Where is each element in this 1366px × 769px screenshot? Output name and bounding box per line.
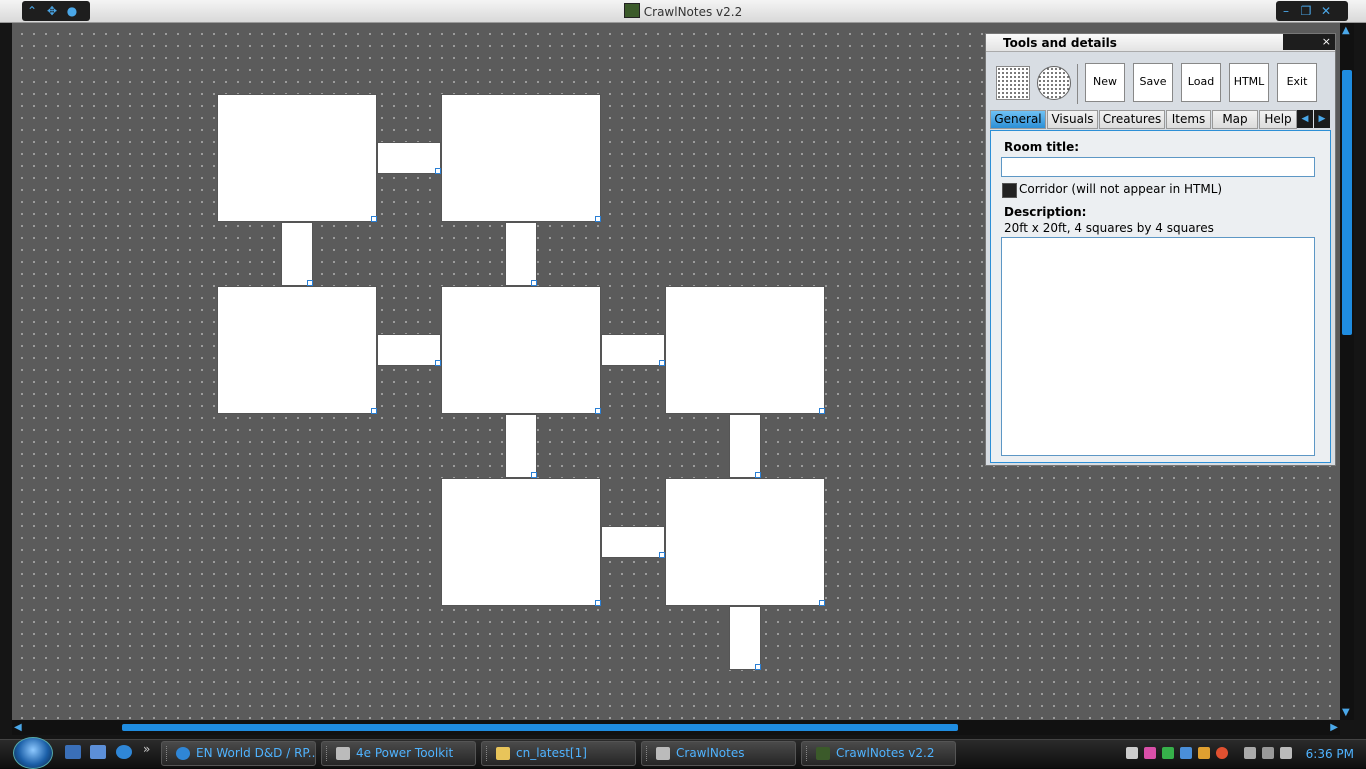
html-button[interactable]: HTML xyxy=(1229,63,1269,102)
tab-scroll-left-icon[interactable]: ◀ xyxy=(1297,110,1313,128)
corridor[interactable] xyxy=(505,222,537,286)
scroll-down-icon[interactable]: ▼ xyxy=(1342,707,1350,718)
room-title-input[interactable] xyxy=(1001,157,1315,177)
folder-zip-icon xyxy=(496,747,510,760)
title-bar: CrawlNotes v2.2 ⌃ ✥ ● – ❐ ✕ xyxy=(0,0,1366,23)
scroll-up-icon[interactable]: ▲ xyxy=(1342,25,1350,36)
tab-help[interactable]: Help xyxy=(1259,110,1297,129)
minimize-icon[interactable]: – xyxy=(1276,1,1296,21)
display-icon[interactable] xyxy=(1262,747,1274,759)
corridor[interactable] xyxy=(729,414,761,478)
left-window-controls: ⌃ ✥ ● xyxy=(22,1,90,21)
save-button[interactable]: Save xyxy=(1133,63,1173,102)
task-en-world[interactable]: EN World D&D / RP... xyxy=(161,741,316,766)
room[interactable] xyxy=(665,478,825,606)
room[interactable] xyxy=(441,286,601,414)
grip-icon xyxy=(646,746,650,761)
panel-close-button[interactable]: × xyxy=(1283,34,1335,50)
room[interactable] xyxy=(665,286,825,414)
switch-windows-icon[interactable] xyxy=(90,745,106,759)
volume-icon[interactable] xyxy=(1280,747,1292,759)
tab-scroll-right-icon[interactable]: ▶ xyxy=(1314,110,1330,128)
tray-app-icon[interactable] xyxy=(1144,747,1156,759)
room[interactable] xyxy=(441,94,601,222)
application-icon xyxy=(656,747,670,760)
task-cn-latest[interactable]: cn_latest[1] xyxy=(481,741,636,766)
description-label: Description: xyxy=(1004,205,1087,219)
tab-strip: General Visuals Creatures Items Map Help… xyxy=(990,110,1331,130)
tab-general[interactable]: General xyxy=(990,110,1046,129)
window-title: CrawlNotes v2.2 xyxy=(0,3,1366,19)
grip-icon xyxy=(806,746,810,761)
network-icon[interactable] xyxy=(1180,747,1192,759)
corridor-label: Corridor (will not appear in HTML) xyxy=(1019,182,1223,196)
grip-icon xyxy=(486,746,490,761)
tab-map[interactable]: Map xyxy=(1212,110,1258,129)
scroll-right-icon[interactable]: ▶ xyxy=(1330,722,1338,733)
application-icon xyxy=(336,747,350,760)
tab-creatures[interactable]: Creatures xyxy=(1099,110,1165,129)
corridor[interactable] xyxy=(281,222,313,286)
vertical-scroll-thumb[interactable] xyxy=(1342,70,1352,335)
show-desktop-icon[interactable] xyxy=(65,745,81,759)
tray-h-icon[interactable] xyxy=(1162,747,1174,759)
corridor[interactable] xyxy=(505,414,537,478)
right-window-controls: – ❐ ✕ xyxy=(1276,1,1348,21)
grip-icon xyxy=(326,746,330,761)
corridor[interactable] xyxy=(601,334,665,366)
quick-launch-overflow[interactable]: » xyxy=(143,742,150,756)
close-icon[interactable]: ✕ xyxy=(1316,1,1336,21)
clock[interactable]: 6:36 PM xyxy=(1306,747,1354,761)
crawlnotes-app-icon xyxy=(816,747,830,760)
room[interactable] xyxy=(217,286,377,414)
grip-icon xyxy=(166,746,170,761)
tools-panel: Tools and details × New Save Load HTML E… xyxy=(985,33,1336,466)
load-button[interactable]: Load xyxy=(1181,63,1221,102)
panel-title-bar[interactable]: Tools and details × xyxy=(986,34,1335,52)
room-size-info: 20ft x 20ft, 4 squares by 4 squares xyxy=(1004,221,1214,235)
tray-tool-icon[interactable] xyxy=(1198,747,1210,759)
corridor[interactable] xyxy=(601,526,665,558)
restore-icon[interactable]: ❐ xyxy=(1296,1,1316,21)
general-tab-panel: Room title: Corridor (will not appear in… xyxy=(990,130,1331,463)
corridor-checkbox[interactable] xyxy=(1002,183,1017,198)
tab-visuals[interactable]: Visuals xyxy=(1047,110,1098,129)
new-button[interactable]: New xyxy=(1085,63,1125,102)
tab-items[interactable]: Items xyxy=(1166,110,1211,129)
task-crawlnotes[interactable]: CrawlNotes xyxy=(641,741,796,766)
task-4e-power-toolkit[interactable]: 4e Power Toolkit xyxy=(321,741,476,766)
circle-room-tool[interactable] xyxy=(1037,66,1071,100)
start-button[interactable] xyxy=(13,737,53,769)
room[interactable] xyxy=(441,478,601,606)
steam-icon[interactable] xyxy=(1126,747,1138,759)
corridor[interactable] xyxy=(377,142,441,174)
room[interactable] xyxy=(217,94,377,222)
toolbar-divider xyxy=(1077,64,1078,104)
tray-security-icon[interactable] xyxy=(1216,747,1228,759)
corridor[interactable] xyxy=(729,606,761,670)
dropbox-icon[interactable]: ✥ xyxy=(42,1,62,21)
internet-explorer-icon xyxy=(176,747,190,760)
chevron-up-icon[interactable]: ⌃ xyxy=(22,1,42,21)
internet-explorer-icon[interactable] xyxy=(116,745,132,759)
scroll-left-icon[interactable]: ◀ xyxy=(14,722,22,733)
system-tray: 6:36 PM xyxy=(1120,741,1366,766)
room-title-label: Room title: xyxy=(1004,140,1080,154)
square-room-tool[interactable] xyxy=(996,66,1030,100)
horizontal-scroll-thumb[interactable] xyxy=(122,724,958,731)
crawlnotes-app-icon xyxy=(623,3,640,18)
task-crawlnotes-v22[interactable]: CrawlNotes v2.2 xyxy=(801,741,956,766)
battery-icon[interactable] xyxy=(1244,747,1256,759)
alienware-head-icon[interactable]: ● xyxy=(62,1,82,21)
description-textarea[interactable] xyxy=(1001,237,1315,456)
panel-title: Tools and details xyxy=(1003,36,1117,50)
corridor[interactable] xyxy=(377,334,441,366)
exit-button[interactable]: Exit xyxy=(1277,63,1317,102)
